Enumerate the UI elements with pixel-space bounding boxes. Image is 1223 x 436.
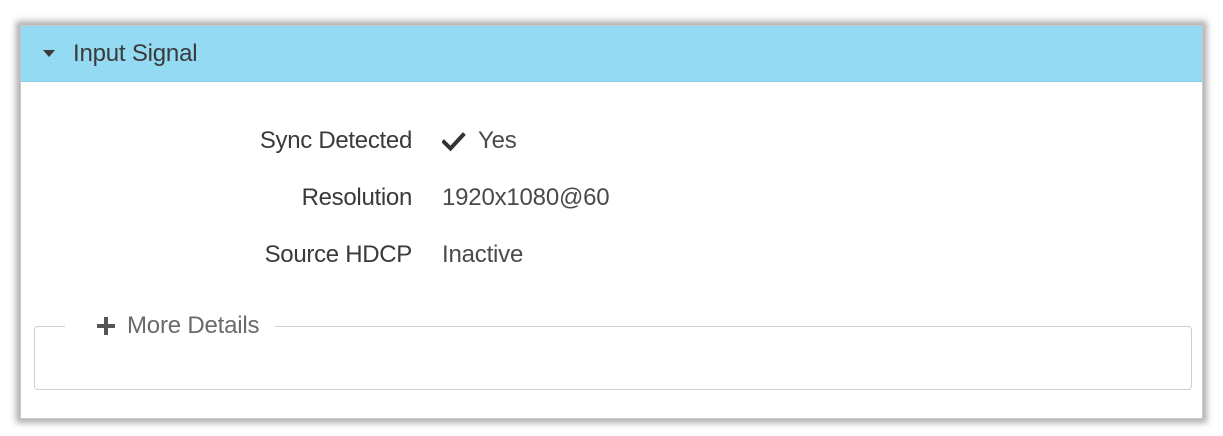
- more-details-toggle[interactable]: More Details: [65, 312, 276, 340]
- plus-icon: [97, 317, 115, 335]
- panel-title: Input Signal: [73, 40, 198, 67]
- panel-header-toggle[interactable]: Input Signal: [21, 26, 1202, 82]
- resolution-value: 1920x1080@60: [442, 184, 610, 211]
- sync-detected-label: Sync Detected: [259, 127, 412, 154]
- input-signal-panel: Input Signal Sync Detected Yes Resolutio…: [20, 25, 1203, 419]
- more-details-section: More Details: [34, 312, 1192, 390]
- more-details-label: More Details: [127, 312, 260, 339]
- source-hdcp-label: Source HDCP: [264, 241, 413, 268]
- checkmark-icon: [442, 132, 466, 152]
- source-hdcp-value: Inactive: [442, 241, 524, 268]
- sync-detected-text: Yes: [478, 127, 517, 154]
- stage: Input Signal Sync Detected Yes Resolutio…: [0, 0, 1223, 436]
- caret-down-icon: [43, 50, 55, 57]
- sync-detected-value: Yes: [442, 127, 517, 155]
- resolution-label: Resolution: [301, 184, 413, 211]
